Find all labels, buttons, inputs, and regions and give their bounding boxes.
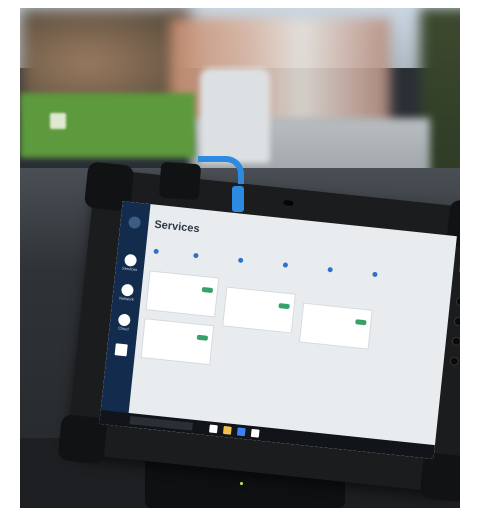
- card-name: [153, 275, 215, 281]
- card-name: [230, 291, 292, 297]
- enable-button[interactable]: [196, 334, 209, 341]
- green-wall: [20, 93, 195, 158]
- main-content: Services: [135, 219, 449, 439]
- filter-chip[interactable]: [191, 253, 199, 259]
- edge-icon[interactable]: [236, 427, 246, 437]
- task-view-icon[interactable]: [209, 424, 218, 434]
- filter-chip[interactable]: [370, 271, 378, 278]
- sidebar-label: Services: [121, 265, 138, 273]
- obd-adapter-icon: [158, 161, 202, 201]
- sidebar-label: Cloud: [117, 325, 129, 332]
- photo: Services Network Cloud Services: [20, 8, 460, 508]
- filter-chip[interactable]: [236, 257, 244, 264]
- enable-button[interactable]: [278, 303, 290, 310]
- card-desc: [148, 325, 210, 331]
- sidebar-item-cloud[interactable]: Cloud: [113, 313, 135, 337]
- cable-connector: [232, 186, 244, 212]
- side-button[interactable]: [453, 316, 460, 327]
- filter-chip[interactable]: [151, 248, 159, 255]
- sidebar-item-services[interactable]: Services: [119, 253, 141, 277]
- sidebar-item-network[interactable]: Network: [116, 283, 138, 307]
- service-card[interactable]: [222, 286, 296, 334]
- filter-chip[interactable]: [281, 262, 289, 269]
- service-card[interactable]: [145, 270, 220, 318]
- sidebar-item-home[interactable]: [123, 215, 145, 240]
- enable-button[interactable]: [355, 319, 367, 326]
- service-card[interactable]: [298, 302, 373, 350]
- folder-icon[interactable]: [222, 425, 232, 435]
- tablet-screen: Services Network Cloud Services: [99, 201, 457, 460]
- side-button[interactable]: [449, 356, 460, 367]
- card-desc: [153, 278, 215, 284]
- chart-icon: [114, 343, 128, 357]
- card-desc: [230, 294, 292, 300]
- taskbar-search[interactable]: [129, 416, 193, 431]
- sidebar-label: Network: [118, 295, 135, 302]
- filter-chip[interactable]: [325, 267, 333, 273]
- green-logo: [50, 113, 66, 129]
- camera: [283, 199, 294, 207]
- enable-button[interactable]: [201, 286, 214, 294]
- bumper-bottom-right: [419, 452, 460, 503]
- card-name: [307, 307, 369, 313]
- blue-cable-icon: [198, 156, 244, 184]
- card-name: [148, 322, 210, 328]
- card-desc: [306, 310, 368, 316]
- status-led: [240, 482, 243, 485]
- sidebar-item-chart[interactable]: [110, 343, 132, 367]
- service-card[interactable]: [140, 318, 215, 366]
- rugged-tablet: Services Network Cloud Services: [57, 161, 460, 503]
- home-icon: [127, 215, 142, 230]
- store-icon[interactable]: [250, 428, 260, 438]
- led-indicator: [459, 264, 460, 273]
- white-car: [200, 68, 270, 163]
- side-button[interactable]: [455, 296, 460, 307]
- side-button[interactable]: [451, 336, 460, 347]
